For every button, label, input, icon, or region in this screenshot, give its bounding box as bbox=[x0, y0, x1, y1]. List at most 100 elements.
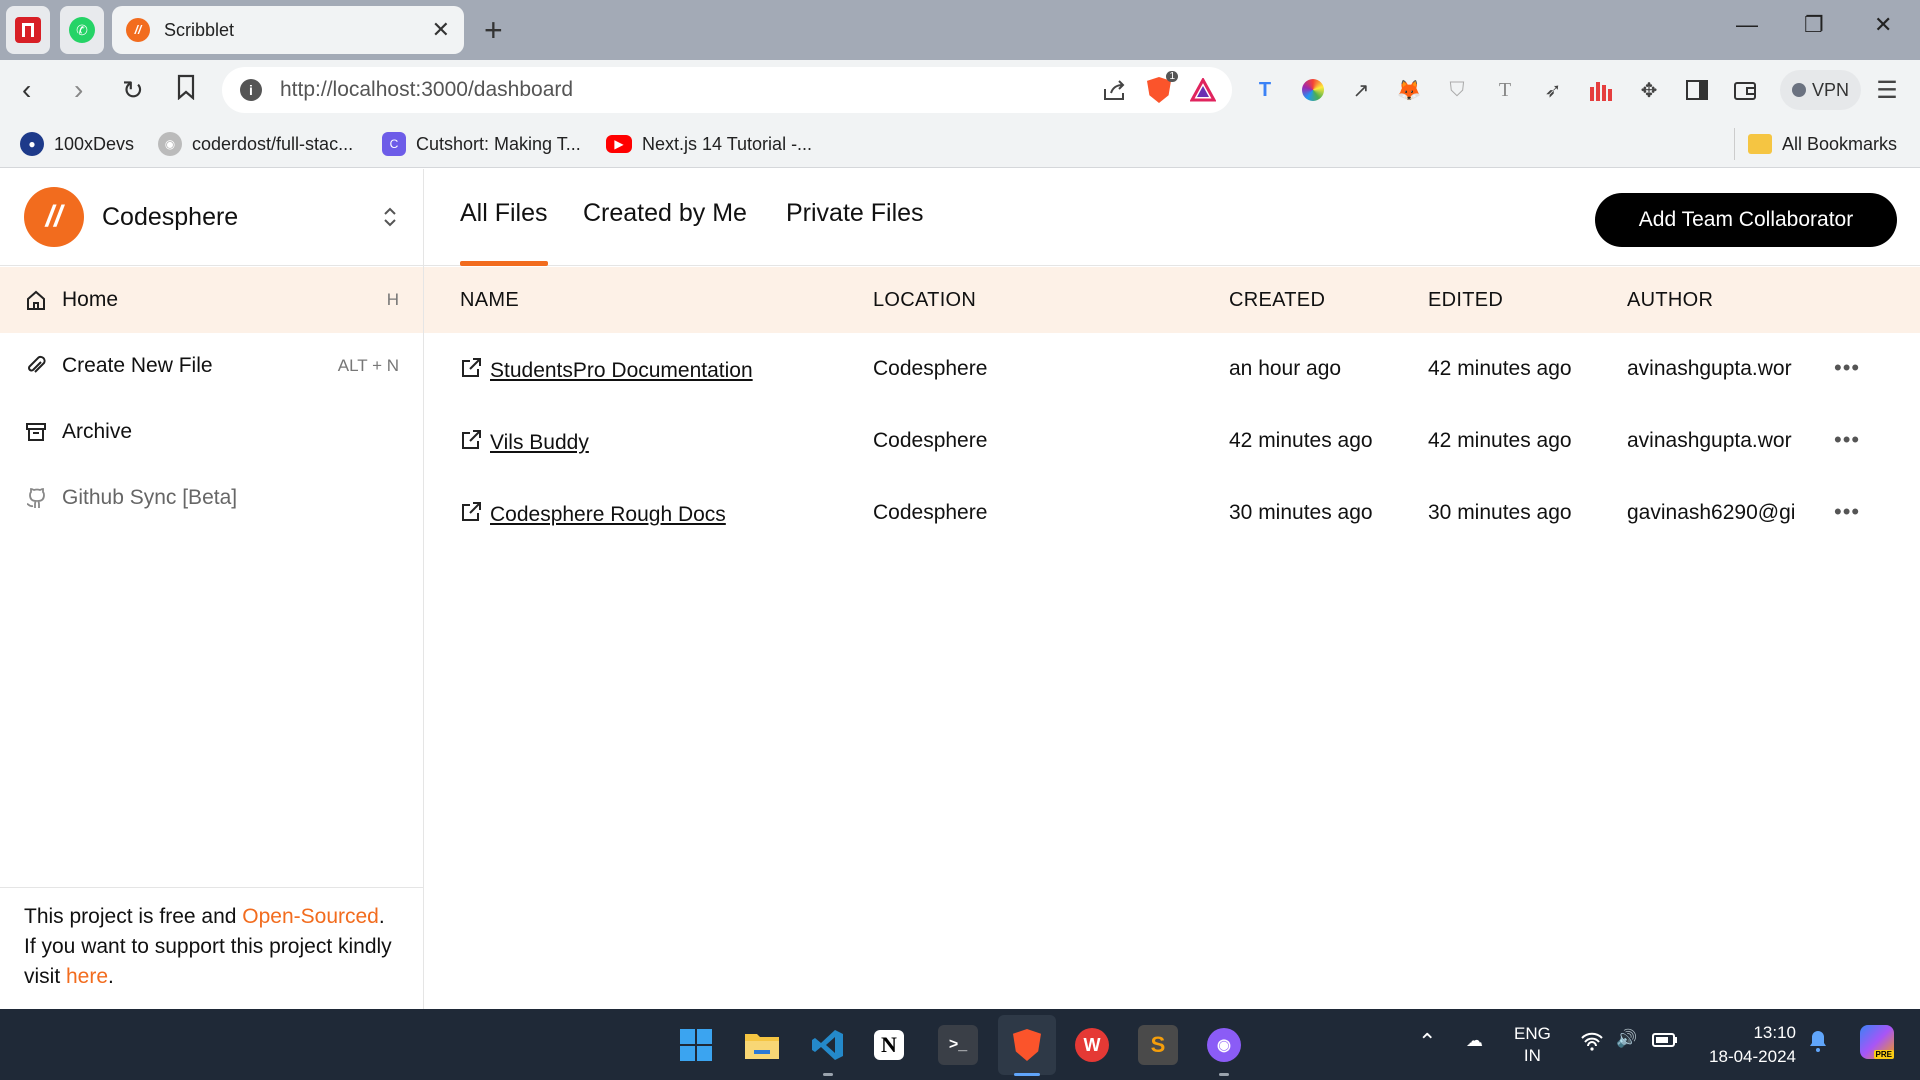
running-indicator bbox=[823, 1073, 833, 1076]
sidebar-item-create-new-file[interactable]: Create New File ALT + N bbox=[0, 333, 423, 399]
table-row[interactable]: StudentsPro Documentation Codesphere an … bbox=[424, 337, 1920, 409]
file-name[interactable]: StudentsPro Documentation bbox=[490, 359, 753, 383]
color-picker-extension-icon[interactable] bbox=[1298, 75, 1328, 105]
support-here-link[interactable]: here bbox=[66, 965, 108, 988]
column-header-location[interactable]: LOCATION bbox=[873, 289, 976, 312]
tab-created-by-me[interactable]: Created by Me bbox=[583, 199, 747, 228]
minimize-window-button[interactable]: — bbox=[1736, 12, 1758, 38]
language-indicator[interactable]: ENG IN bbox=[1514, 1023, 1551, 1067]
url-text[interactable]: http://localhost:3000/dashboard bbox=[280, 78, 1100, 102]
bookmark-100xdevs[interactable]: ● 100xDevs bbox=[20, 128, 134, 160]
notion-icon[interactable]: N bbox=[874, 1030, 904, 1060]
site-info-icon[interactable]: i bbox=[240, 79, 262, 101]
back-icon[interactable]: ‹ bbox=[22, 74, 31, 106]
cursor-extension-icon[interactable]: ➶ bbox=[1538, 75, 1568, 105]
new-tab-button[interactable]: + bbox=[484, 12, 503, 48]
more-options-icon[interactable]: ••• bbox=[1834, 355, 1860, 381]
bookmark-coderdost[interactable]: ◉ coderdost/full-stac... bbox=[158, 128, 353, 160]
pre-badge-icon: PRE bbox=[1873, 1050, 1894, 1059]
battery-icon[interactable] bbox=[1652, 1031, 1678, 1054]
bookmark-page-icon[interactable] bbox=[176, 74, 196, 107]
clock[interactable]: 13:10 18-04-2024 bbox=[1700, 1021, 1796, 1069]
column-header-created[interactable]: CREATED bbox=[1229, 289, 1325, 312]
table-row[interactable]: Vils Buddy Codesphere 42 minutes ago 42 … bbox=[424, 409, 1920, 481]
bookmark-cutshort[interactable]: C Cutshort: Making T... bbox=[382, 128, 581, 160]
netflix-icon bbox=[15, 17, 41, 43]
shortcut-hint: H bbox=[386, 290, 399, 309]
windows-start-icon[interactable] bbox=[676, 1025, 716, 1065]
open-sourced-link[interactable]: Open-Sourced bbox=[242, 905, 379, 928]
chevron-up-down-icon[interactable] bbox=[383, 206, 397, 228]
column-header-edited[interactable]: EDITED bbox=[1428, 289, 1503, 312]
bookmark-nextjs[interactable]: ▶ Next.js 14 Tutorial -... bbox=[606, 128, 812, 160]
volume-icon[interactable]: 🔊 bbox=[1616, 1029, 1637, 1049]
brave-rewards-icon[interactable] bbox=[1188, 75, 1218, 105]
brave-shields-icon[interactable]: 1 bbox=[1144, 71, 1178, 105]
translate-extension-icon[interactable]: T bbox=[1250, 75, 1280, 105]
vpn-button[interactable]: VPN bbox=[1780, 70, 1862, 110]
sidebar-item-home[interactable]: Home H bbox=[0, 267, 423, 333]
open-external-extension-icon[interactable]: ↗ bbox=[1346, 75, 1376, 105]
file-author: gavinash6290@gi bbox=[1627, 501, 1796, 524]
reload-icon[interactable]: ↻ bbox=[122, 74, 144, 106]
add-team-collaborator-button[interactable]: Add Team Collaborator bbox=[1595, 193, 1897, 247]
share-icon[interactable] bbox=[1100, 75, 1130, 105]
avatar-icon: ● bbox=[20, 132, 44, 156]
file-name[interactable]: Vils Buddy bbox=[490, 431, 589, 455]
sidebar-item-github-sync[interactable]: Github Sync [Beta] bbox=[0, 465, 423, 531]
onedrive-icon[interactable]: ☁ bbox=[1466, 1031, 1483, 1051]
cutshort-icon: C bbox=[382, 132, 406, 156]
pinned-tab-whatsapp[interactable]: ✆ bbox=[60, 6, 104, 54]
metamask-extension-icon[interactable]: 🦊 bbox=[1394, 75, 1424, 105]
sidebar-footer: This project is free and Open-Sourced. I… bbox=[0, 887, 423, 1009]
bookmark-label: Next.js 14 Tutorial -... bbox=[642, 133, 813, 154]
github-desktop-icon[interactable]: ◉ bbox=[1204, 1025, 1244, 1065]
column-header-name[interactable]: NAME bbox=[460, 289, 519, 312]
shields-badge: 1 bbox=[1166, 71, 1178, 82]
brave-browser-icon[interactable] bbox=[1007, 1025, 1047, 1065]
external-link-icon bbox=[460, 429, 482, 457]
more-options-icon[interactable]: ••• bbox=[1834, 499, 1860, 525]
active-tab[interactable]: // Scribblet ✕ bbox=[112, 6, 464, 54]
file-link[interactable]: Vils Buddy bbox=[460, 429, 589, 457]
close-window-button[interactable]: ✕ bbox=[1874, 12, 1892, 38]
wallet-icon[interactable] bbox=[1730, 75, 1760, 105]
notification-bell-icon[interactable] bbox=[1808, 1029, 1828, 1058]
copilot-icon[interactable]: PRE bbox=[1860, 1025, 1894, 1059]
file-name[interactable]: Codesphere Rough Docs bbox=[490, 503, 726, 527]
close-tab-icon[interactable]: ✕ bbox=[432, 17, 450, 43]
file-created: 42 minutes ago bbox=[1229, 429, 1373, 452]
menu-icon[interactable]: ☰ bbox=[1872, 75, 1902, 105]
restore-window-button[interactable]: ❐ bbox=[1804, 12, 1824, 38]
vpn-status-icon bbox=[1792, 83, 1806, 97]
main-content: All Files Created by Me Private Files Ad… bbox=[424, 169, 1920, 1009]
stats-extension-icon[interactable] bbox=[1586, 75, 1616, 105]
address-bar[interactable]: i http://localhost:3000/dashboard 1 bbox=[222, 67, 1232, 113]
wifi-icon[interactable] bbox=[1580, 1031, 1604, 1056]
shield-extension-icon[interactable]: ⛉ bbox=[1442, 75, 1472, 105]
tab-all-files[interactable]: All Files bbox=[460, 199, 548, 228]
wps-office-icon[interactable]: W bbox=[1072, 1025, 1112, 1065]
extensions-puzzle-icon[interactable]: ✥ bbox=[1634, 75, 1664, 105]
file-explorer-icon[interactable] bbox=[742, 1025, 782, 1065]
more-options-icon[interactable]: ••• bbox=[1834, 427, 1860, 453]
github-icon: ◉ bbox=[158, 132, 182, 156]
active-tab-indicator bbox=[460, 261, 548, 266]
sidebar-toggle-icon[interactable] bbox=[1682, 75, 1712, 105]
all-bookmarks[interactable]: All Bookmarks bbox=[1748, 128, 1897, 160]
forward-icon[interactable]: › bbox=[74, 74, 83, 106]
sidebar-item-archive[interactable]: Archive bbox=[0, 399, 423, 465]
sublime-text-icon[interactable]: S bbox=[1138, 1025, 1178, 1065]
workspace-switcher[interactable]: // Codesphere bbox=[0, 169, 423, 266]
file-link[interactable]: StudentsPro Documentation bbox=[460, 357, 753, 385]
table-row[interactable]: Codesphere Rough Docs Codesphere 30 minu… bbox=[424, 481, 1920, 553]
file-link[interactable]: Codesphere Rough Docs bbox=[460, 501, 726, 529]
text-extension-icon[interactable]: T bbox=[1490, 75, 1520, 105]
terminal-icon[interactable]: >_ bbox=[938, 1025, 978, 1065]
vscode-icon[interactable] bbox=[808, 1025, 848, 1065]
tab-private-files[interactable]: Private Files bbox=[786, 199, 924, 228]
chevron-up-icon[interactable]: ⌃ bbox=[1418, 1029, 1436, 1055]
column-header-author[interactable]: AUTHOR bbox=[1627, 289, 1713, 312]
footer-text: . bbox=[108, 965, 114, 988]
pinned-tab-netflix[interactable] bbox=[6, 6, 50, 54]
